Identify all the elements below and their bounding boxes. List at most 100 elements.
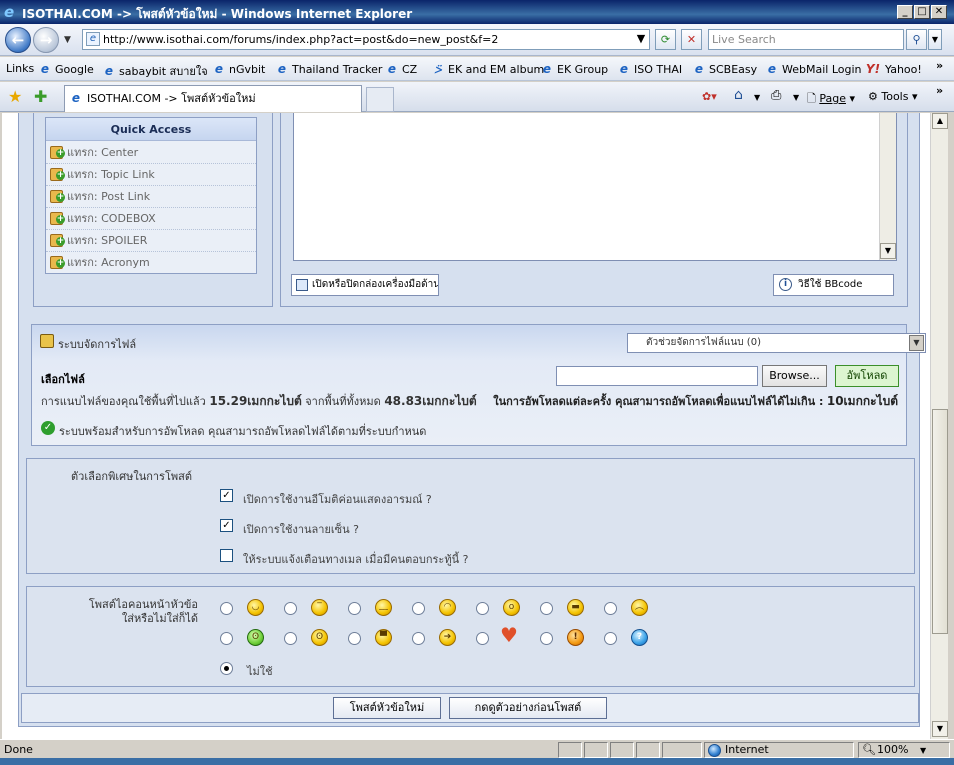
page-menu[interactable]: 🗋 Page ▾ — [807, 90, 855, 109]
feeds-icon[interactable]: ✿▾ — [702, 90, 717, 103]
home-dropdown-icon[interactable]: ▼ — [754, 93, 760, 102]
history-dropdown-icon[interactable]: ▼ — [64, 35, 71, 45]
textarea-scrollbar[interactable]: ▼ — [879, 113, 896, 260]
attach-helper-select[interactable]: ตัวช่วยจัดการไฟล์แนบ (0) ▼ — [627, 333, 926, 353]
search-options-icon[interactable]: ▼ — [928, 29, 942, 50]
icon-radio-none[interactable] — [220, 662, 233, 675]
link-google[interactable]: e Google — [38, 62, 94, 76]
address-toolbar: ← → ▼ e http://www.isothai.com/forums/in… — [0, 24, 954, 56]
favorites-star-icon[interactable]: ★ — [8, 87, 22, 106]
quick-access-item-topic-link[interactable]: แทรก: Topic Link — [46, 164, 256, 186]
icon-radio-question[interactable] — [604, 632, 617, 645]
grin-icon: ▬ — [567, 599, 584, 616]
refresh-icon[interactable]: ⟳ — [655, 29, 676, 50]
home-icon[interactable]: ⌂ — [734, 87, 743, 103]
back-button[interactable]: ← — [5, 27, 31, 53]
icon-radio-neutral[interactable] — [284, 602, 297, 615]
stop-icon[interactable]: ✕ — [681, 29, 702, 50]
add-favorites-icon[interactable]: ✚ — [34, 87, 47, 106]
upload-button[interactable]: อัพโหลด — [835, 365, 899, 387]
page-scrollbar[interactable]: ▲ ▼ — [930, 113, 948, 739]
print-dropdown-icon[interactable]: ▼ — [793, 93, 799, 102]
quick-access-item-codebox[interactable]: แทรก: CODEBOX — [46, 208, 256, 230]
icon-radio-sick[interactable] — [220, 632, 233, 645]
post-textarea[interactable]: ▼ — [293, 113, 897, 261]
quick-access-item-acronym[interactable]: แทรก: Acronym — [46, 252, 256, 274]
ie-page-icon: e — [71, 91, 81, 105]
zoom-control[interactable]: 🔍︎ 100% ▼ — [858, 742, 950, 758]
ie-page-icon: e — [40, 62, 50, 76]
insert-icon — [50, 146, 65, 159]
scrollbar-thumb[interactable] — [932, 409, 948, 634]
browse-button[interactable]: Browse... — [762, 365, 827, 387]
scroll-down-icon[interactable]: ▼ — [880, 243, 896, 259]
smile-icon: ◡ — [247, 599, 264, 616]
ie-page-icon: e — [387, 62, 397, 76]
more-commands-icon[interactable]: » — [936, 84, 943, 97]
link-iso-thai[interactable]: e ISO THAI — [617, 62, 682, 76]
option-email-notify-checkbox[interactable] — [220, 549, 233, 562]
minimize-button[interactable]: _ — [897, 5, 913, 19]
sick-icon: ʘ — [247, 629, 264, 646]
forward-button[interactable]: → — [33, 27, 59, 53]
submit-post-button[interactable]: โพสต์หัวข้อใหม่ — [333, 697, 441, 719]
tools-menu[interactable]: ⚙ Tools ▾ — [868, 90, 918, 103]
warning-icon: ! — [567, 629, 584, 646]
scroll-down-icon[interactable]: ▼ — [932, 721, 948, 737]
usage-text: การแนบไฟล์ของคุณใช้พื้นที่ไปแล้ว 15.29เม… — [41, 394, 477, 408]
bbcode-help-button[interactable]: i วิธีใช้ BBcode — [773, 274, 894, 296]
address-input[interactable]: e http://www.isothai.com/forums/index.ph… — [82, 29, 650, 50]
search-icon[interactable]: ⚲ — [906, 29, 927, 50]
icon-radio-wink[interactable] — [412, 602, 425, 615]
link-sabaybit[interactable]: e sabaybit สบายใจ — [102, 62, 208, 80]
live-search-input[interactable]: Live Search — [708, 29, 904, 50]
option-emoticons-checkbox[interactable]: ✓ — [220, 489, 233, 502]
link-cz[interactable]: e CZ — [385, 62, 417, 76]
icon-radio-warning[interactable] — [540, 632, 553, 645]
link-scbeasy[interactable]: e SCBEasy — [692, 62, 757, 76]
security-zone[interactable]: Internet — [704, 742, 854, 758]
icon-radio-confused[interactable] — [284, 632, 297, 645]
icon-radio-grin[interactable] — [540, 602, 553, 615]
post-icons-subtitle: ใส่หรือไม่ใส่ก็ได้ — [121, 612, 198, 625]
link-ngvbit[interactable]: e nGvbit — [212, 62, 265, 76]
quick-access-title: Quick Access — [46, 118, 256, 141]
zoom-dropdown-icon: ▼ — [919, 746, 927, 755]
link-ek-em-album[interactable]: ⍩ EK and EM album — [431, 62, 544, 76]
action-button-row: โพสต์หัวข้อใหม่ กดดูตัวอย่างก่อนโพสต์ — [21, 693, 919, 723]
icon-radio-surprised[interactable] — [476, 602, 489, 615]
close-button[interactable]: ✕ — [931, 5, 947, 19]
post-options-title: ตัวเลือกพิเศษในการโพสต์ — [71, 470, 192, 483]
print-icon[interactable]: ⎙ — [771, 88, 781, 103]
preview-post-button[interactable]: กดดูตัวอย่างก่อนโพสต์ — [449, 697, 607, 719]
link-yahoo[interactable]: Y! Yahoo! — [864, 62, 922, 76]
insert-icon — [50, 168, 65, 181]
scroll-up-icon[interactable]: ▲ — [932, 113, 948, 129]
more-links-icon[interactable]: » — [936, 59, 943, 72]
toggle-sidebar-button[interactable]: เปิดหรือปิดกล่องเครื่องมือด้านข — [291, 274, 439, 296]
tab-active[interactable]: e ISOTHAI.COM -> โพสต์หัวข้อใหม่ — [64, 85, 362, 112]
link-thailand-tracker[interactable]: e Thailand Tracker — [275, 62, 383, 76]
status-cell — [662, 742, 702, 758]
icon-radio-smile[interactable] — [220, 602, 233, 615]
maximize-button[interactable]: □ — [914, 5, 930, 19]
option-emoticons-label: เปิดการใช้งานอีโมติค่อนแสดงอารมณ์ ? — [243, 493, 432, 506]
check-icon: ✓ — [41, 421, 55, 435]
url-dropdown-icon[interactable]: ▼ — [633, 29, 649, 50]
icon-radio-cool[interactable] — [348, 632, 361, 645]
gear-icon: ⚙ — [868, 90, 882, 103]
window-title-bar[interactable]: e ISOTHAI.COM -> โพสต์หัวข้อใหม่ - Windo… — [0, 0, 954, 24]
new-tab-button[interactable] — [366, 87, 394, 112]
link-webmail-login[interactable]: e WebMail Login — [765, 62, 862, 76]
ie-page-icon: e — [542, 62, 552, 76]
link-ek-group[interactable]: e EK Group — [540, 62, 608, 76]
file-path-input[interactable] — [556, 366, 758, 386]
icon-radio-arrow[interactable] — [412, 632, 425, 645]
quick-access-item-center[interactable]: แทรก: Center — [46, 142, 256, 164]
quick-access-item-post-link[interactable]: แทรก: Post Link — [46, 186, 256, 208]
icon-radio-sleepy[interactable] — [348, 602, 361, 615]
option-signature-checkbox[interactable]: ✓ — [220, 519, 233, 532]
quick-access-item-spoiler[interactable]: แทรก: SPOILER — [46, 230, 256, 252]
icon-radio-heart[interactable] — [476, 632, 489, 645]
icon-radio-angry[interactable] — [604, 602, 617, 615]
